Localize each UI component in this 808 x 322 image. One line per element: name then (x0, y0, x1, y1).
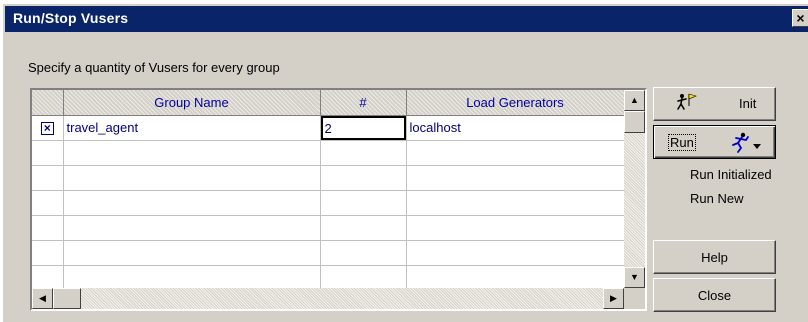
empty-cell[interactable] (32, 215, 64, 241)
empty-cell[interactable] (32, 165, 64, 191)
init-button[interactable]: Init (653, 87, 776, 121)
run-initialized-option[interactable]: Run Initialized (690, 167, 772, 182)
row-checkbox[interactable]: × (40, 122, 54, 136)
empty-cell[interactable] (32, 240, 64, 266)
header-row: Group Name # Load Generators (32, 90, 625, 116)
running-man-icon (729, 131, 765, 158)
window-title: Run/Stop Vusers (13, 10, 129, 26)
group-name-cell[interactable]: travel_agent (63, 115, 321, 141)
table-row[interactable] (32, 265, 625, 291)
row-checkbox-cell[interactable]: × (32, 115, 64, 141)
close-icon[interactable]: × (792, 9, 808, 27)
vuser-groups-grid: Group Name # Load Generators × travel_ag… (30, 88, 647, 311)
table-row[interactable]: × travel_agent 2 localhost (32, 115, 625, 141)
table-row[interactable] (32, 215, 625, 241)
empty-cell[interactable] (63, 165, 321, 191)
table-row[interactable] (32, 140, 625, 166)
empty-cell[interactable] (406, 165, 625, 191)
empty-cell[interactable] (320, 190, 407, 216)
empty-cell[interactable] (320, 215, 407, 241)
vuser-count-cell[interactable]: 2 (320, 115, 407, 141)
empty-cell[interactable] (63, 240, 321, 266)
title-bar[interactable]: Run/Stop Vusers × (5, 6, 808, 32)
empty-cell[interactable] (63, 215, 321, 241)
empty-cell[interactable] (32, 190, 64, 216)
empty-cell[interactable] (320, 265, 407, 291)
runner-flag-icon (676, 92, 698, 119)
scroll-right-button[interactable]: ▶ (603, 288, 624, 309)
close-button[interactable]: Close (653, 278, 776, 312)
help-button-label: Help (701, 249, 728, 265)
empty-cell[interactable] (320, 165, 407, 191)
scroll-down-button[interactable]: ▼ (624, 267, 645, 288)
empty-cell[interactable] (406, 240, 625, 266)
table-row[interactable] (32, 240, 625, 266)
horizontal-scroll-thumb[interactable] (53, 288, 81, 309)
empty-cell[interactable] (63, 140, 321, 166)
horizontal-scrollbar[interactable]: ◀ ▶ (32, 288, 624, 309)
empty-cell[interactable] (320, 140, 407, 166)
column-header-group-name[interactable]: Group Name (63, 90, 321, 116)
help-button[interactable]: Help (653, 240, 776, 274)
empty-cell[interactable] (63, 265, 321, 291)
empty-cell[interactable] (406, 140, 625, 166)
scrollbar-corner (624, 288, 645, 309)
column-header-select[interactable] (32, 90, 64, 116)
empty-cell[interactable] (63, 190, 321, 216)
init-button-label: Init (739, 96, 757, 111)
vertical-scroll-thumb[interactable] (624, 111, 645, 133)
empty-cell[interactable] (32, 265, 64, 291)
empty-cell[interactable] (406, 190, 625, 216)
instruction-text: Specify a quantity of Vusers for every g… (28, 60, 280, 75)
column-header-count[interactable]: # (320, 90, 407, 116)
run-button[interactable]: Run (653, 125, 776, 159)
column-header-load-generators[interactable]: Load Generators (406, 90, 625, 116)
vertical-scrollbar[interactable]: ▲ ▼ (624, 90, 645, 288)
run-options-menu: Run Initialized Run New (653, 162, 776, 218)
run-new-option[interactable]: Run New (690, 191, 743, 206)
table-row[interactable] (32, 165, 625, 191)
groups-table: Group Name # Load Generators × travel_ag… (32, 90, 625, 291)
vuser-count-input[interactable]: 2 (320, 115, 405, 139)
empty-cell[interactable] (406, 215, 625, 241)
empty-cell[interactable] (406, 265, 625, 291)
scroll-left-button[interactable]: ◀ (32, 288, 53, 309)
close-button-label: Close (697, 287, 732, 303)
scroll-up-button[interactable]: ▲ (624, 90, 645, 111)
empty-cell[interactable] (32, 140, 64, 166)
load-generator-cell[interactable]: localhost (406, 115, 625, 141)
run-button-label: Run (668, 134, 696, 151)
table-row[interactable] (32, 190, 625, 216)
empty-cell[interactable] (320, 240, 407, 266)
